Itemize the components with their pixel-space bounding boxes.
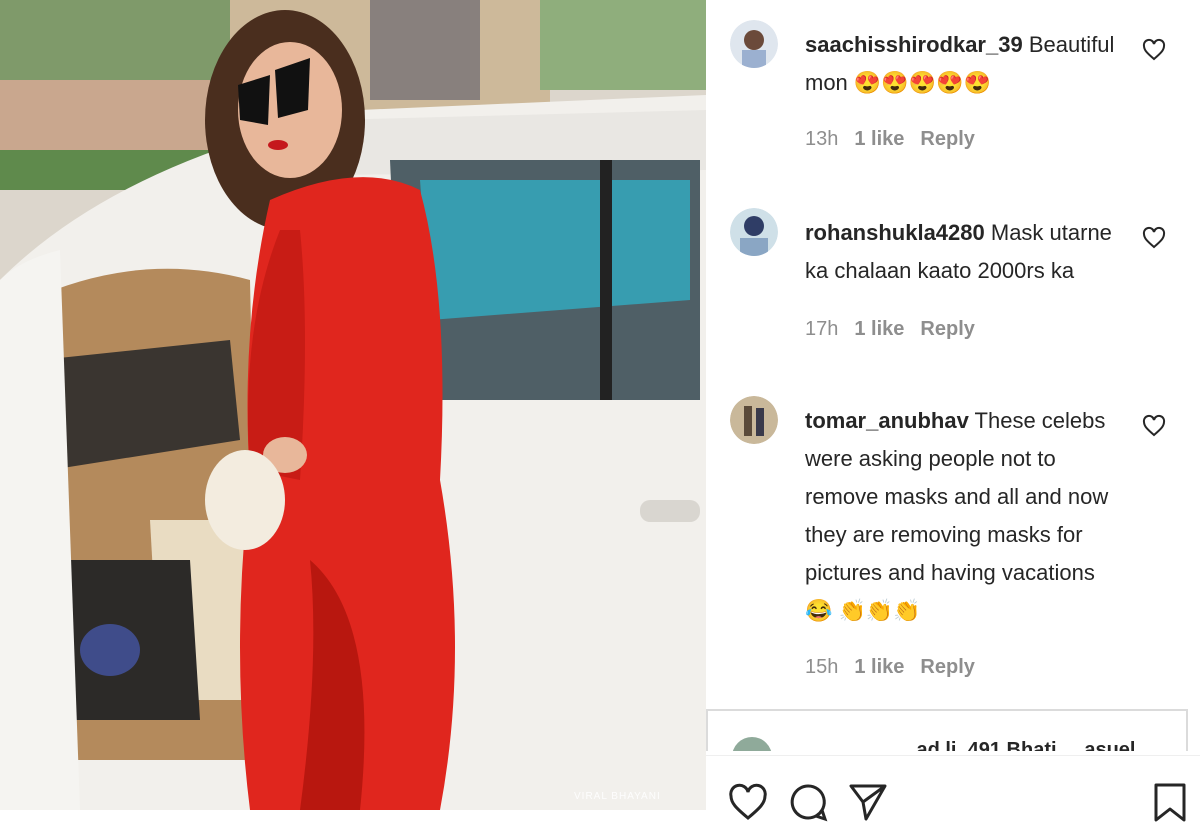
user-avatar[interactable] [732, 737, 772, 751]
comment-time: 15h [805, 656, 839, 678]
comment-time: 17h [805, 318, 839, 340]
post-photo-illustration [0, 0, 706, 810]
comment-likes[interactable]: 1 like [854, 128, 904, 150]
comment-time: 13h [805, 128, 839, 150]
heart-outline-icon[interactable] [728, 782, 768, 822]
comment-username[interactable]: saachisshirodkar_39 [805, 32, 1023, 57]
post-actions [706, 770, 1200, 822]
comment-item: saachisshirodkar_39 Beautiful mon 😍😍😍😍😍 … [730, 20, 1180, 170]
reply-button[interactable]: Reply [920, 128, 974, 150]
heart-icon[interactable] [1142, 414, 1166, 438]
comment-meta: 15h 1 like Reply [805, 656, 991, 679]
next-comment-peek: ____________ad.li_491 Bhati.....asuel ..… [706, 709, 1188, 751]
comments-panel: saachisshirodkar_39 Beautiful mon 😍😍😍😍😍 … [706, 0, 1200, 822]
heart-icon[interactable] [1142, 226, 1166, 250]
comment-likes[interactable]: 1 like [854, 318, 904, 340]
comment-text: rohanshukla4280 Mask utarne ka chalaan k… [805, 214, 1125, 290]
reply-button[interactable]: Reply [920, 318, 974, 340]
user-avatar[interactable] [730, 396, 778, 444]
comment-text: saachisshirodkar_39 Beautiful mon 😍😍😍😍😍 [805, 26, 1125, 102]
comment-username[interactable]: tomar_anubhav [805, 408, 969, 433]
comment-bubble-icon[interactable] [788, 782, 828, 822]
post-photo: VIRAL BHAYANI [0, 0, 706, 810]
comment-meta: 17h 1 like Reply [805, 318, 991, 341]
paper-plane-icon[interactable] [848, 782, 888, 822]
comment-item: tomar_anubhav These celebs were asking p… [730, 396, 1180, 696]
divider [706, 755, 1200, 756]
bookmark-icon[interactable] [1150, 782, 1190, 822]
heart-icon[interactable] [1142, 38, 1166, 62]
comment-item: rohanshukla4280 Mask utarne ka chalaan k… [730, 208, 1180, 358]
user-avatar[interactable] [730, 20, 778, 68]
next-comment-text: ____________ad.li_491 Bhati.....asuel ..… [783, 739, 1158, 751]
photo-watermark: VIRAL BHAYANI [574, 791, 661, 802]
comment-body: These celebs were asking people not to r… [805, 408, 1109, 623]
comment-text: tomar_anubhav These celebs were asking p… [805, 402, 1125, 630]
comment-likes[interactable]: 1 like [854, 656, 904, 678]
user-avatar[interactable] [730, 208, 778, 256]
comment-username[interactable]: rohanshukla4280 [805, 220, 985, 245]
reply-button[interactable]: Reply [920, 656, 974, 678]
comment-meta: 13h 1 like Reply [805, 128, 991, 151]
